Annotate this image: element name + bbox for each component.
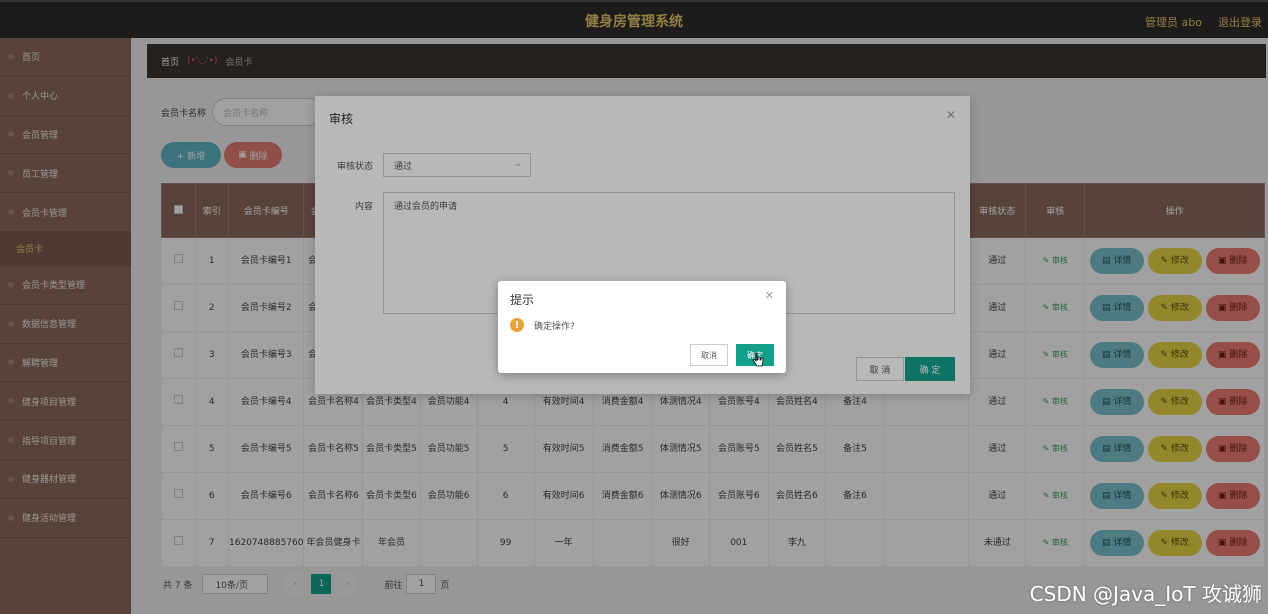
- hand-cursor-icon: [752, 352, 764, 367]
- confirm-box: 提示 ✕ ! 确定操作? 取消 确定: [498, 281, 786, 373]
- watermark: CSDN @Java_IoT 攻诚狮: [1029, 582, 1262, 606]
- close-icon[interactable]: ✕: [765, 289, 774, 302]
- confirm-title: 提示: [510, 293, 535, 307]
- warning-icon: !: [510, 318, 524, 332]
- confirm-message: 确定操作?: [534, 322, 575, 332]
- confirm-cancel-button[interactable]: 取消: [690, 344, 728, 366]
